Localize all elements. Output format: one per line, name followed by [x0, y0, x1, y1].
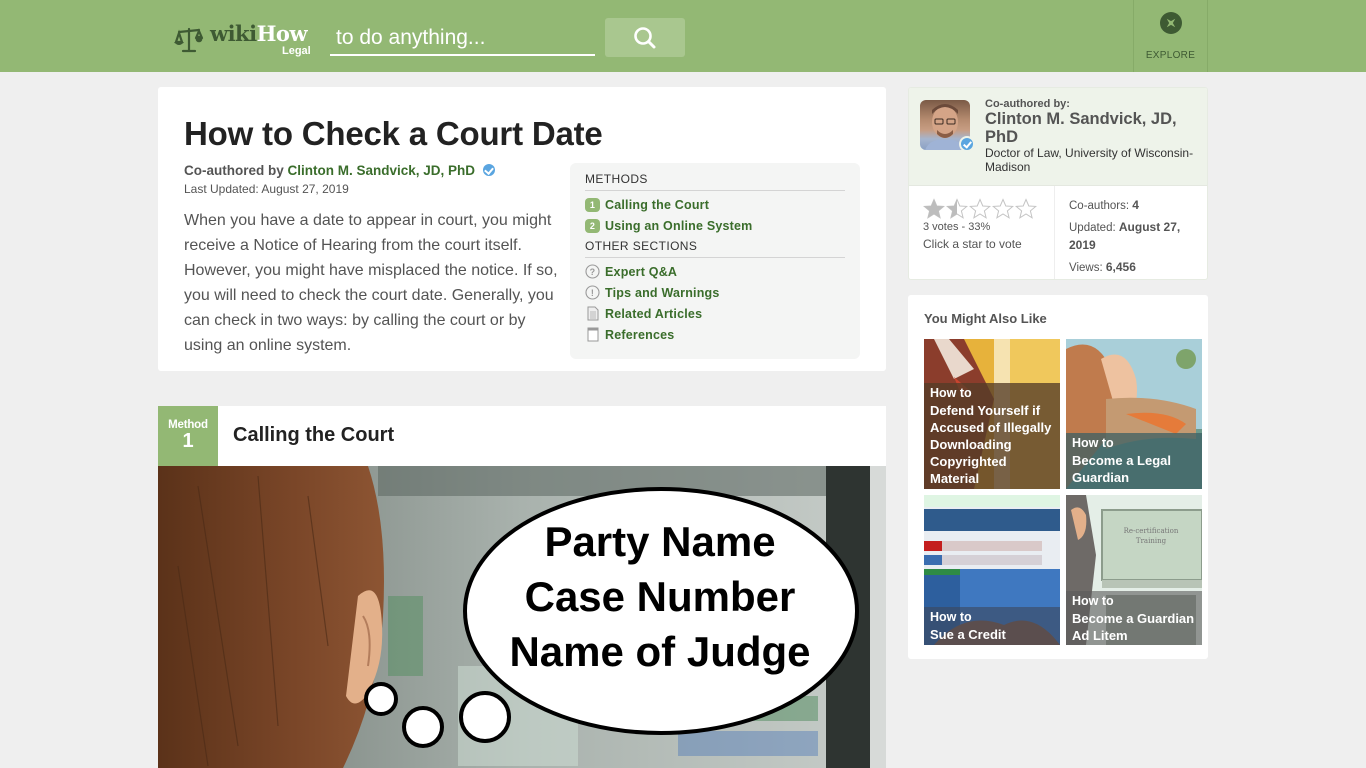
- search-input[interactable]: [330, 22, 595, 56]
- toc-section-label: Related Articles: [605, 306, 703, 321]
- article-intro-card: How to Check a Court Date Co-authored by…: [158, 87, 886, 371]
- related-title: You Might Also Like: [924, 311, 1047, 326]
- updated-date: Updated: August 27, 2019: [1069, 219, 1199, 255]
- toc-related-articles[interactable]: Related Articles: [585, 303, 845, 324]
- coauthors-label: Co-authors:: [1069, 200, 1130, 212]
- site-header: wikiHow Legal EXPLORE: [0, 0, 1366, 72]
- verified-badge-icon: [959, 136, 975, 152]
- article-title: How to Check a Court Date: [184, 115, 603, 152]
- related-article-tile[interactable]: Re-certification Training How to Become …: [1066, 495, 1202, 645]
- related-caption: How to Become a Legal Guardian: [1066, 433, 1202, 489]
- compass-icon: [1159, 12, 1182, 34]
- toc-expert-qa[interactable]: ? Expert Q&A: [585, 261, 845, 282]
- star-icon[interactable]: [969, 198, 991, 220]
- related-article-tile[interactable]: How to Sue a Credit Bureau: [924, 495, 1060, 645]
- related-article-title: Sue a Credit Bureau: [930, 627, 1006, 645]
- views-value: 6,456: [1105, 260, 1136, 274]
- toc-method-2[interactable]: 2 Using an Online System: [585, 215, 845, 236]
- document-icon: [585, 306, 600, 321]
- author-info: Co-authored by: Clinton M. Sandvick, JD,…: [909, 88, 1207, 186]
- views-count: Views: 6,456: [1069, 259, 1199, 277]
- explore-button[interactable]: EXPLORE: [1133, 0, 1208, 72]
- related-prefix: How to: [1072, 436, 1114, 450]
- scales-of-justice-icon: [174, 27, 204, 53]
- explore-label: EXPLORE: [1145, 50, 1196, 61]
- views-label: Views:: [1069, 262, 1103, 274]
- coauthor-link[interactable]: Clinton M. Sandvick, JD, PhD: [288, 163, 476, 178]
- toc-section-label: Tips and Warnings: [605, 285, 720, 300]
- related-prefix: How to: [1072, 594, 1114, 608]
- search-button[interactable]: [605, 18, 685, 57]
- author-card: Co-authored by: Clinton M. Sandvick, JD,…: [908, 87, 1208, 280]
- logo-subtitle: Legal: [282, 45, 311, 57]
- star-icon[interactable]: [946, 198, 968, 220]
- coauthors-value: 4: [1132, 198, 1139, 212]
- method-badge-number: 1: [182, 430, 194, 452]
- verified-badge-icon: [482, 164, 495, 176]
- method-title: Calling the Court: [233, 424, 395, 446]
- related-articles-panel: You Might Also Like How to Defend Yourse…: [908, 295, 1208, 659]
- toc-method-1[interactable]: 1 Calling the Court: [585, 194, 845, 215]
- vote-count: 3 votes - 33%: [923, 221, 991, 233]
- illustration-svg: Party Name Case Number Name of Judge: [158, 466, 886, 768]
- related-caption: How to Sue a Credit Bureau: [924, 607, 1060, 645]
- method-1-header: Method 1 Calling the Court: [158, 406, 886, 466]
- exclamation-circle-icon: !: [585, 285, 600, 300]
- toc-methods-heading: METHODS: [585, 172, 845, 191]
- author-name-link[interactable]: Clinton M. Sandvick, JD, PhD: [985, 110, 1200, 146]
- toc-section-label: Expert Q&A: [605, 264, 678, 279]
- toc-section-label: References: [605, 327, 675, 342]
- star-icon[interactable]: [992, 198, 1014, 220]
- updated-label: Updated:: [1069, 222, 1116, 234]
- star-rating[interactable]: [923, 198, 1037, 220]
- method-step-illustration[interactable]: Party Name Case Number Name of Judge: [158, 466, 886, 768]
- coauthor-line: Co-authored by Clinton M. Sandvick, JD, …: [184, 163, 495, 178]
- star-icon[interactable]: [1015, 198, 1037, 220]
- rating-widget: 3 votes - 33% Click a star to vote: [923, 198, 1037, 251]
- coauthors-count: Co-authors: 4: [1069, 197, 1199, 215]
- stats-divider: [1054, 186, 1055, 279]
- related-prefix: How to: [930, 610, 972, 624]
- coauthor-prefix: Co-authored by: [184, 163, 284, 178]
- article-meta: Co-authors: 4 Updated: August 27, 2019 V…: [1069, 197, 1199, 279]
- related-caption: How to Become a Guardian Ad Litem: [1066, 591, 1202, 645]
- method-number-badge: 1: [585, 197, 600, 212]
- svg-text:Re-certification: Re-certification: [1124, 527, 1179, 535]
- related-caption: How to Defend Yourself if Accused of Ill…: [924, 383, 1060, 489]
- method-number-badge: 2: [585, 218, 600, 233]
- article-stats: 3 votes - 33% Click a star to vote Co-au…: [909, 186, 1207, 279]
- svg-text:Training: Training: [1136, 537, 1167, 545]
- author-credential: Doctor of Law, University of Wisconsin-M…: [985, 146, 1194, 174]
- toc-other-heading: OTHER SECTIONS: [585, 239, 845, 258]
- search-icon: [634, 26, 656, 48]
- intro-paragraph: When you have a date to appear in court,…: [184, 212, 558, 354]
- toc-method-label: Using an Online System: [605, 218, 753, 233]
- question-circle-icon: ?: [585, 264, 600, 279]
- table-of-contents: METHODS 1 Calling the Court 2 Using an O…: [570, 163, 860, 359]
- toc-tips-warnings[interactable]: ! Tips and Warnings: [585, 282, 845, 303]
- bubble-line-2: Case Number: [525, 573, 796, 620]
- bubble-line-3: Name of Judge: [509, 628, 810, 675]
- related-article-tile[interactable]: How to Become a Legal Guardian: [1066, 339, 1202, 489]
- last-updated: Last Updated: August 27, 2019: [184, 182, 349, 196]
- related-article-title: Become a Legal Guardian: [1072, 453, 1171, 485]
- coauthor-label: Co-authored by:: [985, 98, 1070, 110]
- method-badge: Method 1: [158, 406, 218, 466]
- wikihow-legal-logo[interactable]: wikiHow Legal: [172, 21, 311, 57]
- svg-text:?: ?: [590, 267, 596, 277]
- book-icon: [585, 327, 600, 342]
- svg-text:!: !: [591, 288, 594, 298]
- logo-wiki-text: wiki: [210, 21, 257, 46]
- logo-how-text: How: [256, 21, 308, 46]
- related-article-title: Defend Yourself if Accused of Illegally …: [930, 403, 1052, 486]
- vote-prompt: Click a star to vote: [923, 237, 1022, 251]
- related-article-title: Become a Guardian Ad Litem: [1072, 611, 1195, 643]
- toc-references[interactable]: References: [585, 324, 845, 345]
- related-prefix: How to: [930, 386, 972, 400]
- toc-method-label: Calling the Court: [605, 197, 710, 212]
- star-icon[interactable]: [923, 198, 945, 220]
- related-article-tile[interactable]: How to Defend Yourself if Accused of Ill…: [924, 339, 1060, 489]
- bubble-line-1: Party Name: [544, 518, 775, 565]
